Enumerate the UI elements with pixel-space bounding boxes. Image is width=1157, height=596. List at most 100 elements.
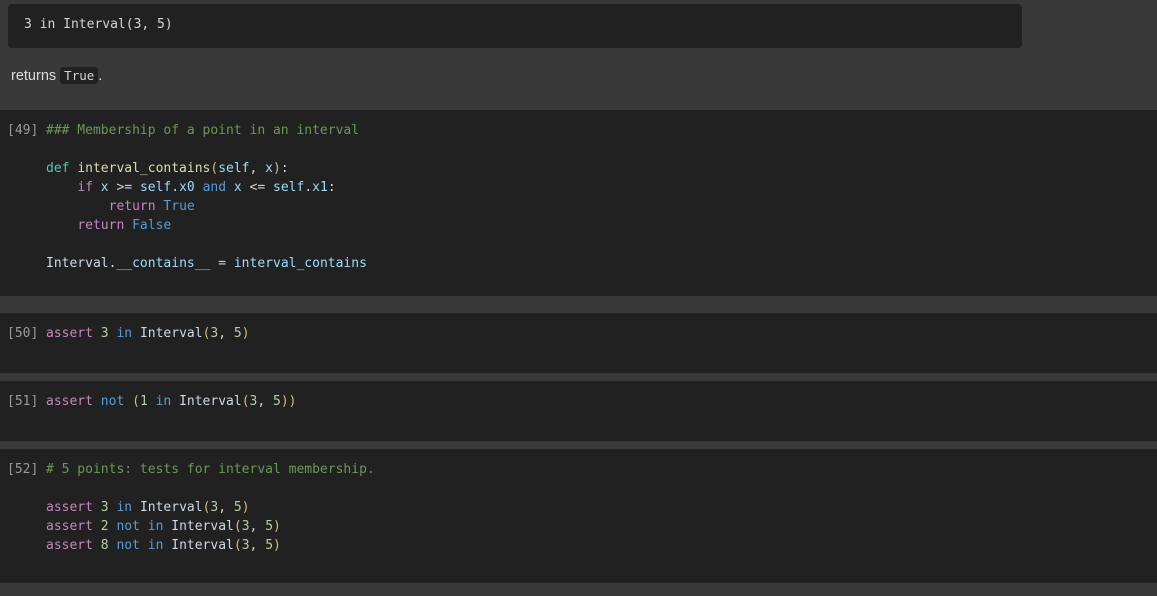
code-token: , xyxy=(249,519,266,534)
code-token: ) xyxy=(273,161,281,176)
markdown-inline-code: True xyxy=(60,67,99,84)
markdown-paragraph-suffix: . xyxy=(98,68,103,84)
code-token: ) xyxy=(241,500,250,515)
code-token: , xyxy=(249,161,266,176)
code-token: in xyxy=(116,500,133,515)
code-token: 5 xyxy=(233,500,242,515)
code-token: ) xyxy=(241,326,250,341)
code-token: Interval xyxy=(46,256,109,271)
code-editor-area[interactable]: ### Membership of a point in an interval… xyxy=(46,121,1157,273)
code-token: x1 xyxy=(312,180,328,195)
code-line: assert 3 in Interval(3, 5) xyxy=(46,498,1157,517)
code-token: = xyxy=(210,256,234,271)
code-token: ( xyxy=(132,394,140,409)
code-token: assert xyxy=(46,326,93,341)
code-token: in xyxy=(116,326,133,341)
code-token: if xyxy=(77,180,93,195)
code-token: in xyxy=(147,519,164,534)
code-token: <= xyxy=(241,180,274,195)
code-token: ### Membership of a point in an interval xyxy=(46,123,360,138)
markdown-code-block-text: 3 in Interval(3, 5) xyxy=(24,17,173,32)
code-token: in xyxy=(147,538,164,553)
code-token: __contains__ xyxy=(116,256,211,271)
code-line: return True xyxy=(46,197,1157,216)
code-line: Interval.__contains__ = interval_contain… xyxy=(46,254,1157,273)
code-token: x xyxy=(265,161,273,176)
code-token: assert xyxy=(46,519,93,534)
code-editor-area[interactable]: # 5 points: tests for interval membershi… xyxy=(46,460,1157,555)
code-token: not xyxy=(116,519,140,534)
code-token: return xyxy=(108,199,156,214)
markdown-output-region: 3 in Interval(3, 5) returns True. xyxy=(0,0,1157,110)
code-token: Interval xyxy=(171,519,234,534)
code-cell[interactable]: [51] assert not (1 in Interval(3, 5)) xyxy=(0,381,1157,441)
code-token: assert xyxy=(46,394,93,409)
markdown-code-block: 3 in Interval(3, 5) xyxy=(8,4,1022,48)
code-token: self xyxy=(273,180,305,195)
code-token: Interval xyxy=(139,500,203,515)
code-cell[interactable]: [49] ### Membership of a point in an inte… xyxy=(0,110,1157,296)
notebook-page: 3 in Interval(3, 5) returns True. [49] ##… xyxy=(0,0,1157,596)
code-line: ### Membership of a point in an interval xyxy=(46,121,1157,140)
code-token: # 5 points: tests for interval membershi… xyxy=(46,462,375,477)
code-token: . xyxy=(304,180,313,195)
code-token: Interval xyxy=(179,394,242,409)
code-token: False xyxy=(132,218,172,233)
execution-count-label: [50] xyxy=(7,326,39,341)
code-token: 3 xyxy=(100,326,109,341)
code-token: 1 xyxy=(139,394,148,409)
code-token: . xyxy=(171,180,180,195)
code-token: not xyxy=(100,394,125,409)
code-cell[interactable]: [50] assert 3 in Interval(3, 5) xyxy=(0,313,1157,373)
code-token: >= xyxy=(108,180,140,195)
code-cell-inner: [49] ### Membership of a point in an inte… xyxy=(0,110,1157,284)
code-cell[interactable]: [52] # 5 points: tests for interval membe… xyxy=(0,449,1157,583)
code-token: 5 xyxy=(265,519,274,534)
execution-count-label: [52] xyxy=(7,462,39,477)
code-cell-inner: [50] assert 3 in Interval(3, 5) xyxy=(0,313,1157,354)
code-token: , xyxy=(218,326,234,341)
execution-count-label: [49] xyxy=(7,123,39,138)
code-token: Interval xyxy=(171,538,234,553)
code-editor-area[interactable]: assert 3 in Interval(3, 5) xyxy=(46,324,1157,343)
code-line: if x >= self.x0 and x <= self.x1: xyxy=(46,178,1157,197)
code-token: ( xyxy=(233,519,242,534)
code-token: interval_contains xyxy=(77,161,211,176)
code-token: ) xyxy=(280,394,289,409)
code-token: 5 xyxy=(265,538,274,553)
code-token: 2 xyxy=(100,519,109,534)
code-token: self xyxy=(139,180,172,195)
code-token: : xyxy=(280,161,289,176)
code-token: 3 xyxy=(241,519,250,534)
code-token: Interval xyxy=(139,326,203,341)
markdown-paragraph: returns True. xyxy=(11,65,102,87)
code-token: def xyxy=(46,161,70,176)
code-token: and xyxy=(202,180,227,195)
code-token: True xyxy=(163,199,195,214)
code-token: , xyxy=(257,394,274,409)
code-token: x xyxy=(100,180,109,195)
code-token: in xyxy=(155,394,172,409)
code-line: assert not (1 in Interval(3, 5)) xyxy=(46,392,1157,411)
code-line: assert 8 not in Interval(3, 5) xyxy=(46,536,1157,555)
code-token: interval_contains xyxy=(233,256,367,271)
code-token: ( xyxy=(233,538,242,553)
code-editor-area[interactable]: assert not (1 in Interval(3, 5)) xyxy=(46,392,1157,411)
code-token: , xyxy=(218,500,234,515)
code-token: 3 xyxy=(100,500,109,515)
code-token: ) xyxy=(288,394,297,409)
code-line: assert 2 not in Interval(3, 5) xyxy=(46,517,1157,536)
